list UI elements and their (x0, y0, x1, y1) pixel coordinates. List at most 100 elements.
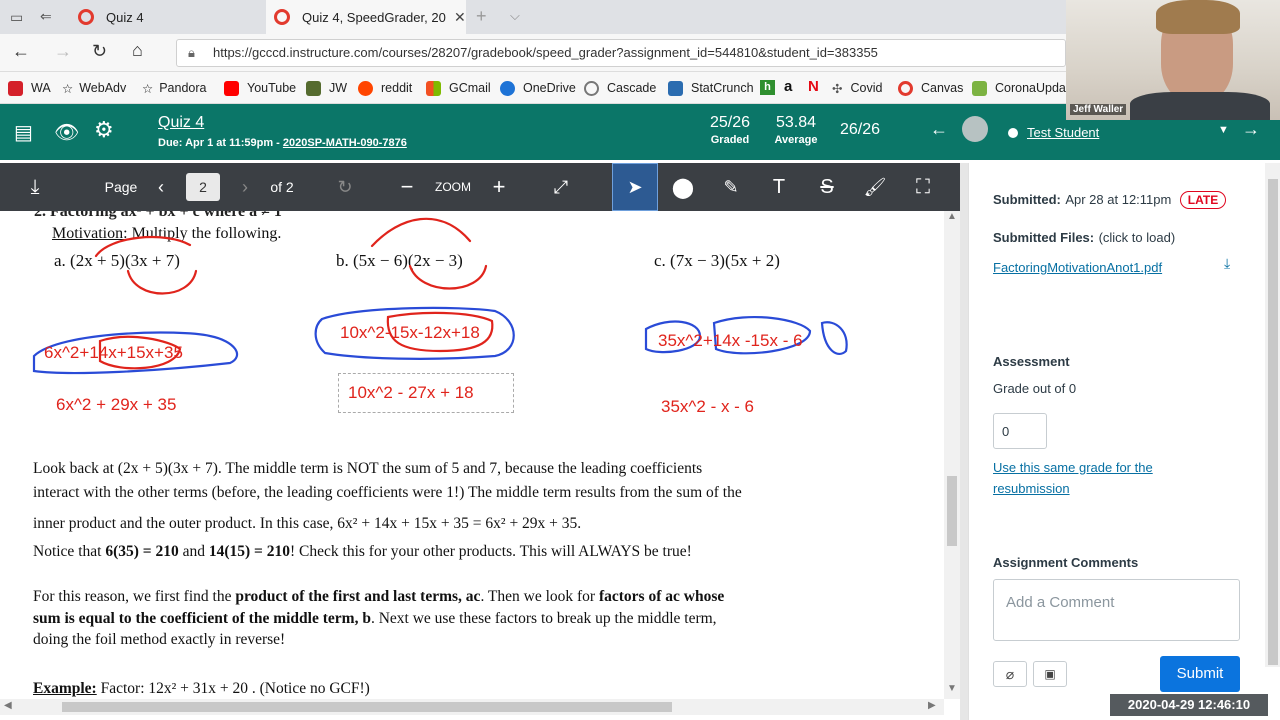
student-dropdown-icon[interactable]: ▼ (1218, 124, 1229, 136)
tab-title: Quiz 4, SpeedGrader, 20 (302, 9, 446, 25)
scroll-up-icon[interactable]: ▲ (947, 211, 957, 222)
submitted-file-link[interactable]: FactoringMotivationAnot1.pdf (993, 260, 1162, 275)
doc-horizontal-scrollbar[interactable]: ◀ ▶ (0, 699, 944, 715)
scroll-thumb[interactable] (947, 476, 957, 546)
lock-icon: 🔒︎ (188, 45, 195, 60)
favorite-jw[interactable]: JW (306, 72, 347, 104)
webcam-name: Jeff Waller (1070, 104, 1127, 115)
doc-vertical-scrollbar[interactable]: ▲ ▼ (944, 211, 960, 699)
scroll-down-icon[interactable]: ▼ (947, 683, 957, 694)
pin-tool-icon[interactable]: ⬤ (668, 163, 698, 211)
h-scroll-thumb[interactable] (62, 702, 672, 712)
gradebook-icon[interactable]: ▤ (14, 120, 33, 145)
scroll-right-icon[interactable]: ▶ (928, 700, 936, 711)
sidebar-scroll-thumb[interactable] (1268, 179, 1278, 665)
favorite-statcrunch[interactable]: StatCrunch (668, 72, 754, 104)
page-input[interactable]: 2 (186, 173, 220, 201)
course-link[interactable]: 2020SP-MATH-090-7876 (283, 137, 407, 149)
submitted-files-line: Submitted Files: (click to load) (993, 230, 1176, 245)
media-comment-button[interactable]: ▣ (1033, 661, 1067, 687)
prev-page-icon[interactable]: ‹ (150, 163, 172, 211)
work-b: 10x^2-15x-12x+18 (340, 323, 480, 342)
home-icon[interactable]: ⌂ (132, 40, 143, 61)
star-icon: ☆ (62, 81, 74, 96)
paperclip-icon: ⌀ (1005, 666, 1015, 682)
example-line: Example: Factor: 12x² + 31x + 20 . (Noti… (33, 680, 370, 697)
canvas-favicon-icon (78, 9, 94, 25)
back-icon[interactable]: ← (12, 41, 30, 62)
download-file-icon[interactable]: ⤓ (1224, 255, 1230, 272)
next-page-icon[interactable]: › (234, 163, 256, 211)
webcam-overlay: Jeff Waller (1066, 0, 1280, 120)
favorite-gcmail[interactable]: GCmail (426, 72, 491, 104)
next-student-icon[interactable]: → (1242, 119, 1260, 140)
tab-menu-chevron-icon[interactable]: ⌵ (510, 8, 520, 24)
pane-divider[interactable] (960, 163, 968, 720)
tab-quiz4[interactable]: Quiz 4 (70, 0, 266, 34)
assignment-title-link[interactable]: Quiz 4 (158, 114, 204, 132)
zoom-in-icon[interactable]: + (486, 163, 512, 211)
attach-file-button[interactable]: ⌀ (993, 661, 1027, 687)
cascade-icon (584, 80, 599, 96)
url-text: https://gcccd.instructure.com/courses/28… (213, 45, 878, 60)
highlight-tool-icon[interactable]: ✎ (716, 163, 746, 211)
download-button[interactable]: ⤓ (18, 163, 52, 211)
netflix-icon[interactable]: N (808, 78, 819, 95)
text-tool-icon[interactable]: T (764, 163, 794, 211)
forward-icon[interactable]: → (54, 41, 72, 62)
favorite-pandora[interactable]: ☆ Pandora (142, 72, 206, 104)
fullscreen-icon[interactable]: ⤢ (548, 163, 574, 211)
tab-speedgrader[interactable]: Quiz 4, SpeedGrader, 20 ✕ (266, 0, 466, 34)
paragraph-line: Notice that 6(35) = 210 and 14(15) = 210… (33, 543, 692, 560)
resubmission-link[interactable]: Use this same grade for the resubmission (993, 457, 1183, 499)
comment-textarea[interactable]: Add a Comment (993, 579, 1240, 641)
rotate-icon[interactable]: ↻ (330, 163, 360, 211)
paragraph-line: For this reason, we first find the produ… (33, 588, 725, 605)
back-tabs-icon[interactable]: ⇐ (40, 8, 52, 25)
grade-input[interactable]: 0 (993, 413, 1047, 449)
favorite-canvas[interactable]: Canvas (898, 72, 963, 104)
canvas-favicon-icon (274, 9, 290, 25)
favorite-reddit[interactable]: reddit (358, 72, 412, 104)
wa-icon (8, 80, 23, 96)
page-label: Page (104, 179, 138, 195)
gear-icon[interactable]: ⚙ (94, 117, 114, 143)
favorite-covid[interactable]: ✣ Covid (832, 72, 882, 104)
zoom-label: ZOOM (435, 180, 471, 194)
favorite-youtube[interactable]: YouTube (224, 72, 296, 104)
favorite-webadv[interactable]: ☆ WebAdv (62, 72, 126, 104)
favorite-wa[interactable]: WA (8, 72, 51, 104)
student-select[interactable]: Test Student (1027, 125, 1099, 140)
paragraph-line: Look back at (2x + 5)(3x + 7). The middl… (33, 460, 703, 477)
page-count: of 2 (270, 179, 294, 195)
select-tool-icon[interactable]: ➤ (612, 163, 658, 211)
average-stat: 53.84 Average (774, 114, 818, 146)
tab-title: Quiz 4 (106, 9, 144, 25)
prev-student-icon[interactable]: ← (930, 119, 948, 140)
statcrunch-icon (668, 80, 683, 96)
new-tab-icon[interactable]: + (476, 6, 487, 27)
youtube-icon (224, 80, 239, 96)
address-input[interactable]: 🔒︎ https://gcccd.instructure.com/courses… (176, 39, 1066, 67)
favorite-cascade[interactable]: Cascade (584, 72, 656, 104)
avatar (962, 116, 988, 142)
ink-red-arc-b (370, 217, 488, 290)
paragraph-line: interact with the other terms (before, t… (33, 484, 742, 501)
scroll-left-icon[interactable]: ◀ (4, 700, 12, 711)
draw-tool-icon[interactable]: 🖌︎ (860, 163, 890, 211)
zoom-out-icon[interactable]: − (394, 163, 420, 211)
status-badge: LATE (1179, 191, 1227, 209)
refresh-icon[interactable]: ↻ (92, 41, 107, 62)
tab-list-icon[interactable]: ▭ (10, 9, 23, 26)
h-site-icon[interactable]: h (760, 80, 775, 95)
amazon-icon[interactable]: a (784, 78, 792, 95)
area-tool-icon[interactable]: ⛶ (906, 163, 940, 211)
close-tab-icon[interactable]: ✕ (454, 9, 466, 26)
strikeout-tool-icon[interactable]: S (812, 163, 842, 211)
favorite-coronaupdate[interactable]: CoronaUpdat (972, 72, 1069, 104)
reddit-icon (358, 80, 373, 96)
eye-icon[interactable]: 👁︎ (54, 120, 79, 145)
submit-button[interactable]: Submit (1160, 656, 1240, 692)
favorite-onedrive[interactable]: OneDrive (500, 72, 576, 104)
sidebar-scrollbar[interactable] (1265, 163, 1280, 667)
